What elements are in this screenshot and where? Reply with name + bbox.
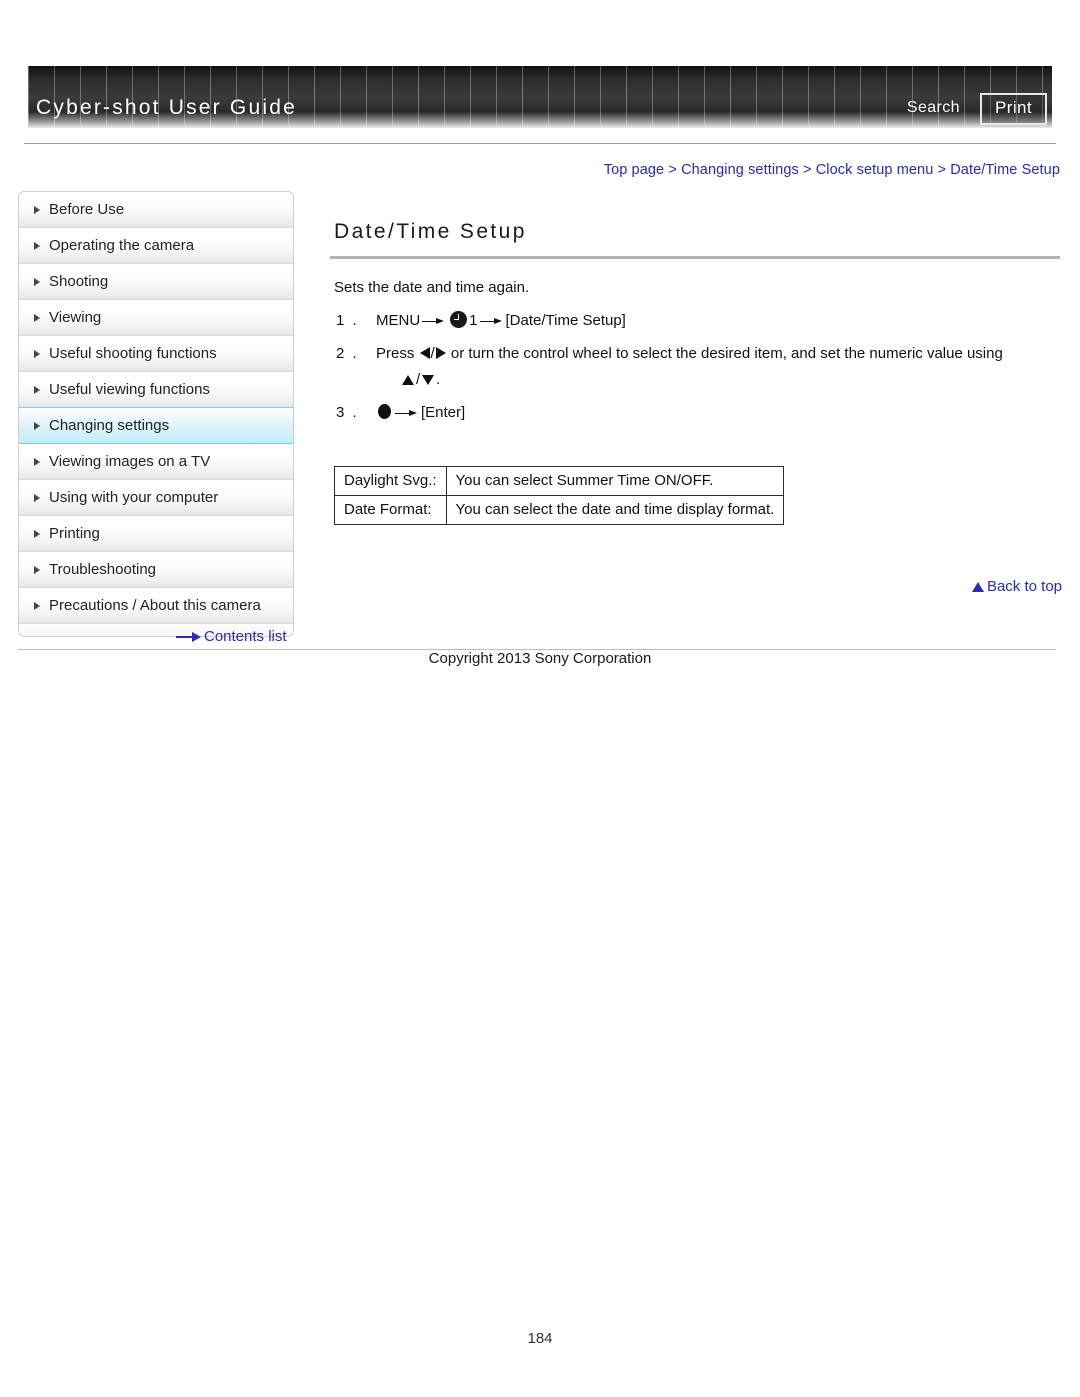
sidebar-item-operating-the-camera[interactable]: Operating the camera xyxy=(19,228,293,264)
step-number: 3 . xyxy=(336,404,359,421)
arrow-right-icon xyxy=(395,409,419,418)
breadcrumb-separator: > xyxy=(802,162,812,178)
sidebar-item-precautions-about-this-camera[interactable]: Precautions / About this camera xyxy=(19,588,293,624)
sidebar-item-useful-viewing-functions[interactable]: Useful viewing functions xyxy=(19,372,293,408)
breadcrumb: Top page > Changing settings > Clock set… xyxy=(604,162,1060,178)
step-subline: /. xyxy=(376,367,1060,393)
sidebar-item-printing[interactable]: Printing xyxy=(19,516,293,552)
step-text-menu: MENU xyxy=(376,312,421,329)
triangle-right-icon xyxy=(34,313,40,322)
sidebar-item-viewing[interactable]: Viewing xyxy=(19,300,293,336)
sidebar-item-label: Shooting xyxy=(49,273,109,290)
sidebar-item-viewing-images-on-a-tv[interactable]: Viewing images on a TV xyxy=(19,444,293,480)
triangle-right-icon xyxy=(34,277,40,286)
triangle-right-icon xyxy=(34,349,40,358)
triangle-right-icon xyxy=(34,385,40,394)
step-text-body: or turn the control wheel to select the … xyxy=(450,345,1003,362)
sidebar-item-label: Using with your computer xyxy=(49,489,219,506)
step-text-press: Press xyxy=(376,345,415,362)
arrow-right-icon xyxy=(479,317,504,326)
triangle-right-icon xyxy=(34,205,40,214)
sidebar-item-useful-shooting-functions[interactable]: Useful shooting functions xyxy=(19,336,293,372)
triangle-up-icon xyxy=(971,582,984,592)
header-banner: Cyber-shot User Guide Search Print xyxy=(28,66,1052,128)
sidebar-item-using-with-your-computer[interactable]: Using with your computer xyxy=(19,480,293,516)
breadcrumb-item-date-time-setup[interactable]: Date/Time Setup xyxy=(950,162,1060,178)
back-to-top-label: Back to top xyxy=(986,578,1062,595)
triangle-right-icon xyxy=(435,347,446,359)
step-slash: / xyxy=(430,345,435,362)
sidebar-item-troubleshooting[interactable]: Troubleshooting xyxy=(19,552,293,588)
table-cell-key: Daylight Svg.: xyxy=(334,466,447,496)
step-period: . xyxy=(436,371,441,388)
step-text-page-number: 1 xyxy=(469,312,478,329)
sidebar-item-shooting[interactable]: Shooting xyxy=(19,264,293,300)
steps-list: 1 . MENU 1 [Date/Time Setup] 2 . Press / o… xyxy=(330,308,1060,426)
sidebar-item-label: Useful viewing functions xyxy=(49,381,210,398)
print-button[interactable]: Print xyxy=(980,93,1047,125)
center-button-icon xyxy=(378,404,391,419)
sidebar-item-label: Troubleshooting xyxy=(49,561,157,578)
back-to-top-link[interactable]: Back to top xyxy=(971,578,1062,595)
search-button[interactable]: Search xyxy=(907,99,960,117)
triangle-left-icon xyxy=(419,347,430,359)
step-item-2: 2 . Press / or turn the control wheel to… xyxy=(334,341,1060,393)
sidebar-item-label: Viewing images on a TV xyxy=(49,453,211,470)
table-row: Date Format: You can select the date and… xyxy=(334,495,785,525)
triangle-right-icon xyxy=(34,457,40,466)
table-row: Daylight Svg.: You can select Summer Tim… xyxy=(334,466,785,496)
intro-text: Sets the date and time again. xyxy=(334,279,530,296)
page-title: Date/Time Setup xyxy=(334,220,527,243)
sidebar-item-before-use[interactable]: Before Use xyxy=(19,192,293,228)
triangle-right-icon xyxy=(34,421,40,430)
sidebar-item-label: Precautions / About this camera xyxy=(49,597,261,614)
settings-table: Daylight Svg.: You can select Summer Tim… xyxy=(334,466,785,525)
sidebar-nav: Before Use Operating the camera Shooting… xyxy=(18,191,294,637)
step-number: 2 . xyxy=(336,345,359,362)
main-content: Date/Time Setup Sets the date and time a… xyxy=(330,220,1060,525)
sidebar-item-label: Viewing xyxy=(49,309,102,326)
breadcrumb-item-top-page[interactable]: Top page xyxy=(604,162,664,178)
copyright-text: Copyright 2013 Sony Corporation xyxy=(428,650,652,667)
triangle-right-icon xyxy=(34,565,40,574)
table-cell-key: Date Format: xyxy=(334,495,447,525)
sidebar-item-label: Operating the camera xyxy=(49,237,195,254)
sidebar-item-changing-settings[interactable]: Changing settings xyxy=(19,407,293,444)
arrow-right-icon xyxy=(422,317,446,326)
table-cell-value: You can select the date and time display… xyxy=(445,495,785,525)
sidebar-item-label: Changing settings xyxy=(49,417,170,434)
table-cell-value: You can select Summer Time ON/OFF. xyxy=(445,466,785,496)
sidebar-item-label: Useful shooting functions xyxy=(49,345,217,362)
breadcrumb-separator: > xyxy=(937,162,947,178)
triangle-down-icon xyxy=(422,375,435,385)
breadcrumb-item-changing-settings[interactable]: Changing settings xyxy=(681,162,799,178)
page-number: 184 xyxy=(527,1330,553,1347)
clock-icon xyxy=(450,311,468,328)
step-item-1: 1 . MENU 1 [Date/Time Setup] xyxy=(334,308,1060,334)
header-divider xyxy=(24,143,1056,144)
breadcrumb-item-clock-setup-menu[interactable]: Clock setup menu xyxy=(816,162,934,178)
arrow-right-icon xyxy=(176,632,202,643)
triangle-right-icon xyxy=(34,529,40,538)
triangle-right-icon xyxy=(34,601,40,610)
triangle-up-icon xyxy=(402,375,414,385)
step-number: 1 . xyxy=(336,312,359,329)
step-slash: / xyxy=(416,371,421,388)
sidebar-item-label: Printing xyxy=(49,525,100,542)
title-divider xyxy=(330,256,1060,259)
step-text-target: [Date/Time Setup] xyxy=(505,312,626,329)
contents-list-label: Contents list xyxy=(204,628,287,645)
triangle-right-icon xyxy=(34,241,40,250)
breadcrumb-separator: > xyxy=(668,162,677,178)
contents-list-link[interactable]: Contents list xyxy=(176,628,287,645)
app-title: Cyber-shot User Guide xyxy=(36,96,297,119)
step-text-enter: [Enter] xyxy=(421,404,466,421)
triangle-right-icon xyxy=(34,493,40,502)
sidebar-item-label: Before Use xyxy=(49,201,125,218)
step-item-3: 3 . [Enter] xyxy=(334,400,1060,426)
